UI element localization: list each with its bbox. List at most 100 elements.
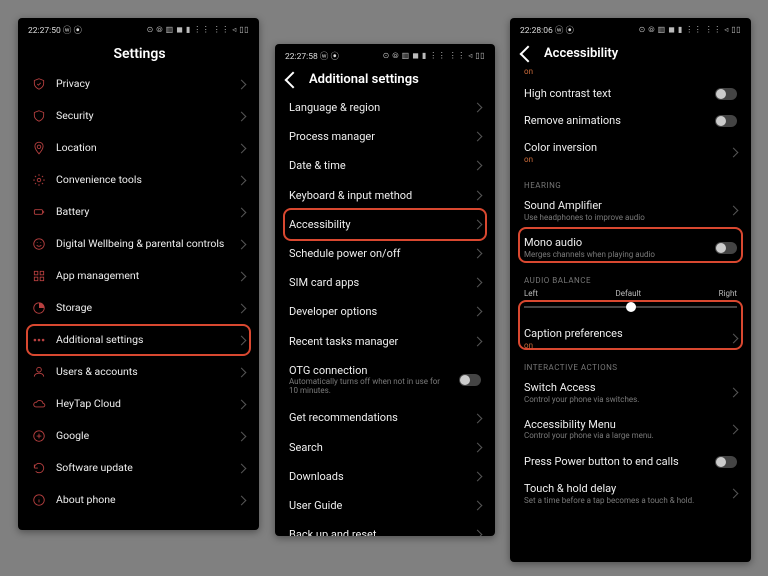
apps-icon [32, 269, 46, 283]
list-item[interactable]: High contrast text [510, 80, 751, 107]
row-label: Security [56, 110, 228, 123]
list-item[interactable]: SIM card apps [275, 268, 495, 297]
chevron-right-icon [473, 442, 483, 452]
page-title: Settings [113, 46, 165, 62]
list-item[interactable]: Date & time [275, 151, 495, 180]
list-item[interactable]: Software update [18, 452, 259, 484]
list-item[interactable]: Switch AccessControl your phone via swit… [510, 374, 751, 411]
row-label: Mono audio [524, 236, 705, 249]
additional-icon [32, 333, 46, 347]
list-item[interactable]: Get recommendations [275, 403, 495, 432]
row-label: Recent tasks manager [289, 335, 464, 348]
list-item[interactable]: Remove animations [510, 107, 751, 134]
chevron-right-icon [237, 111, 247, 121]
section-audio-balance: AUDIO BALANCE [510, 270, 751, 287]
list-item[interactable]: Downloads [275, 462, 495, 491]
list-item[interactable]: Storage [18, 292, 259, 324]
list-item[interactable]: Search [275, 433, 495, 462]
toggle-switch[interactable] [715, 115, 737, 127]
chevron-right-icon [473, 103, 483, 113]
list-item[interactable]: Schedule power on/off [275, 239, 495, 268]
row-subtitle: Merges channels when playing audio [524, 251, 705, 260]
list-item[interactable]: Accessibility MenuControl your phone via… [510, 411, 751, 448]
list-item[interactable]: Back up and reset [275, 520, 495, 536]
list-item[interactable]: Digital Wellbeing & parental controls [18, 228, 259, 260]
row-label: About phone [56, 494, 228, 507]
list-item[interactable]: Language & region [275, 93, 495, 122]
balance-default-label: Default [615, 289, 641, 298]
list-item[interactable]: Location [18, 132, 259, 164]
toggle-switch[interactable] [715, 456, 737, 468]
list-item[interactable]: OTG connectionAutomatically turns off wh… [275, 356, 495, 404]
row-label: Schedule power on/off [289, 247, 464, 260]
chevron-right-icon [237, 271, 247, 281]
row-label: Digital Wellbeing & parental controls [56, 238, 228, 251]
list-item[interactable]: About phone [18, 484, 259, 516]
chevron-right-icon [729, 334, 739, 344]
list-item[interactable]: Press Power button to end calls [510, 448, 751, 475]
section-hearing: HEARING [510, 175, 751, 192]
row-subtitle: Automatically turns off when not in use … [289, 378, 449, 396]
balance-slider[interactable] [524, 300, 737, 314]
back-icon[interactable] [285, 71, 302, 88]
row-label: Additional settings [56, 334, 228, 347]
back-icon[interactable] [520, 45, 537, 62]
row-subtitle: Use headphones to improve audio [524, 214, 720, 223]
chevron-right-icon [473, 132, 483, 142]
on-indicator: on [524, 342, 720, 351]
row-label: Google [56, 430, 228, 443]
row-label: Accessibility Menu [524, 418, 720, 431]
row-label: Battery [56, 206, 228, 219]
list-item[interactable]: Google [18, 420, 259, 452]
chevron-right-icon [473, 501, 483, 511]
chevron-right-icon [237, 79, 247, 89]
row-label: HeyTap Cloud [56, 398, 228, 411]
list-item[interactable]: Additional settings [18, 324, 259, 356]
list-item[interactable]: Color inversionon [510, 134, 751, 171]
page-title: Accessibility [544, 46, 618, 61]
toggle-switch[interactable] [715, 242, 737, 254]
chevron-right-icon [237, 239, 247, 249]
toggle-switch[interactable] [715, 88, 737, 100]
location-icon [32, 141, 46, 155]
list-item[interactable]: HeyTap Cloud [18, 388, 259, 420]
row-label: Keyboard & input method [289, 189, 464, 202]
chevron-right-icon [237, 399, 247, 409]
cloud-icon [32, 397, 46, 411]
about-icon [32, 493, 46, 507]
toggle-switch[interactable] [459, 374, 481, 386]
list-item[interactable]: Security [18, 100, 259, 132]
list-item[interactable]: App management [18, 260, 259, 292]
chevron-right-icon [237, 463, 247, 473]
status-icons: ⊙ ⦾ ▥ ◼ ▮ ⋮⋮ ⋮⋮ ◃ ▯▯ [383, 51, 485, 61]
chevron-right-icon [473, 249, 483, 259]
list-item[interactable]: User Guide [275, 491, 495, 520]
row-label: Remove animations [524, 114, 705, 127]
list-item[interactable]: Recent tasks manager [275, 327, 495, 356]
list-item[interactable]: Battery [18, 196, 259, 228]
list-item[interactable]: Sound AmplifierUse headphones to improve… [510, 192, 751, 229]
list-item[interactable]: Developer options [275, 297, 495, 326]
on-indicator: on [510, 67, 751, 80]
list-item[interactable]: Users & accounts [18, 356, 259, 388]
list-item[interactable]: Touch & hold delaySet a time before a ta… [510, 475, 751, 512]
row-label: Accessibility [289, 218, 464, 231]
list-item[interactable]: Process manager [275, 122, 495, 151]
chevron-right-icon [237, 175, 247, 185]
row-label: User Guide [289, 499, 464, 512]
privacy-icon [32, 77, 46, 91]
row-label: Get recommendations [289, 411, 464, 424]
phone-additional-settings: 22:27:58 ⓦ ⦿ ⊙ ⦾ ▥ ◼ ▮ ⋮⋮ ⋮⋮ ◃ ▯▯ Additi… [275, 44, 495, 536]
list-item[interactable]: Convenience tools [18, 164, 259, 196]
list-item[interactable]: Privacy [18, 68, 259, 100]
status-icons: ⊙ ⦾ ▥ ◼ ▮ ⋮⋮ ⋮⋮ ◃ ▯▯ [147, 25, 249, 35]
list-item[interactable]: Mono audio Merges channels when playing a… [510, 229, 751, 266]
list-item[interactable]: Keyboard & input method [275, 181, 495, 210]
status-time: 22:27:50 ⓦ ⦿ [28, 24, 82, 36]
row-label: High contrast text [524, 87, 705, 100]
chevron-right-icon [237, 431, 247, 441]
row-label: Privacy [56, 78, 228, 91]
list-item[interactable]: Accessibility [275, 210, 495, 239]
update-icon [32, 461, 46, 475]
row-caption-preferences[interactable]: Caption preferences on [510, 320, 751, 357]
